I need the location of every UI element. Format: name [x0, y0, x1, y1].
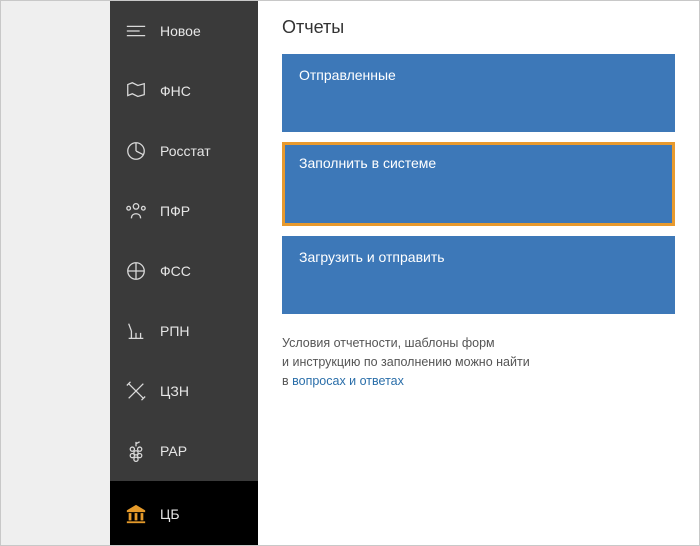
flag-icon — [124, 79, 148, 103]
sidebar: Новое ФНС Росстат ПФР ФСС — [110, 1, 258, 545]
sidebar-item-fss[interactable]: ФСС — [110, 241, 258, 301]
people-icon — [124, 199, 148, 223]
sidebar-item-label: ФСС — [160, 263, 191, 279]
bank-icon — [124, 502, 148, 526]
sidebar-item-label: ЦЗН — [160, 383, 189, 399]
hint-text: Условия отчетности, шаблоны форм и инстр… — [282, 334, 675, 390]
left-gutter — [1, 1, 110, 545]
sidebar-item-label: Росстат — [160, 143, 211, 159]
shield-icon — [124, 259, 148, 283]
piechart-icon — [124, 139, 148, 163]
tile-fill-in-system[interactable]: Заполнить в системе — [282, 142, 675, 226]
tile-upload-send[interactable]: Загрузить и отправить — [282, 236, 675, 314]
tools-icon — [124, 379, 148, 403]
tile-label: Отправленные — [299, 67, 396, 83]
sidebar-item-label: ЦБ — [160, 506, 180, 522]
hint-line: и инструкцию по заполнению можно найти — [282, 355, 530, 369]
sidebar-item-fns[interactable]: ФНС — [110, 61, 258, 121]
sidebar-item-label: ПФР — [160, 203, 190, 219]
sidebar-item-label: РАР — [160, 443, 187, 459]
tile-label: Загрузить и отправить — [299, 249, 445, 265]
sidebar-item-label: ФНС — [160, 83, 191, 99]
sidebar-item-rosstat[interactable]: Росстат — [110, 121, 258, 181]
hint-line: Условия отчетности, шаблоны форм — [282, 336, 495, 350]
tile-sent[interactable]: Отправленные — [282, 54, 675, 132]
sidebar-item-rar[interactable]: РАР — [110, 421, 258, 481]
sidebar-item-cb[interactable]: ЦБ — [110, 481, 258, 545]
tile-label: Заполнить в системе — [299, 155, 436, 171]
faq-link[interactable]: вопросах и ответах — [292, 374, 404, 388]
sidebar-item-pfr[interactable]: ПФР — [110, 181, 258, 241]
new-icon — [124, 19, 148, 43]
sidebar-item-rpn[interactable]: РПН — [110, 301, 258, 361]
sidebar-item-czn[interactable]: ЦЗН — [110, 361, 258, 421]
app-frame: Новое ФНС Росстат ПФР ФСС — [0, 0, 700, 546]
sidebar-item-new[interactable]: Новое — [110, 1, 258, 61]
sidebar-item-label: РПН — [160, 323, 190, 339]
hint-line: в — [282, 374, 292, 388]
sidebar-item-label: Новое — [160, 23, 201, 39]
grapes-icon — [124, 439, 148, 463]
factory-icon — [124, 319, 148, 343]
main-panel: Отчеты Отправленные Заполнить в системе … — [258, 1, 699, 545]
page-title: Отчеты — [282, 17, 675, 38]
